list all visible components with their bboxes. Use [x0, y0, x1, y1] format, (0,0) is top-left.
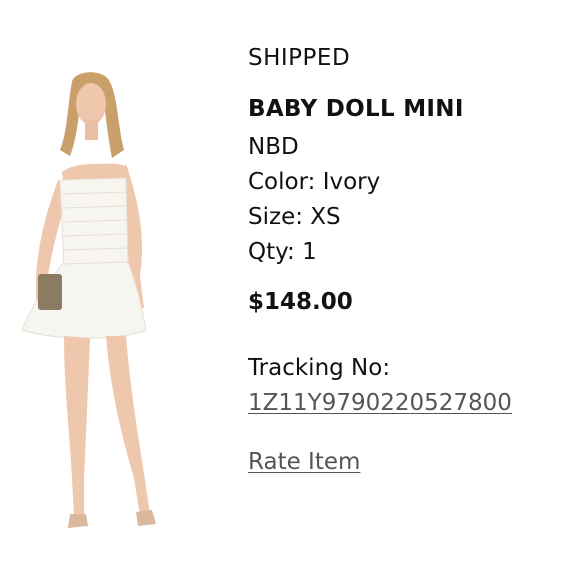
- product-size: Size: XS: [248, 204, 341, 230]
- left-shoe-shape: [68, 514, 88, 528]
- face-shape: [76, 83, 106, 125]
- right-shoe-shape: [136, 510, 156, 526]
- tracking-number-link[interactable]: 1Z11Y9790220527800: [248, 389, 512, 417]
- neck-shape: [85, 120, 98, 140]
- product-price: $148.00: [248, 289, 353, 315]
- product-name[interactable]: BABY DOLL MINI: [248, 95, 464, 123]
- product-photo[interactable]: [14, 68, 164, 540]
- product-quantity: Qty: 1: [248, 239, 317, 265]
- right-leg-shape: [106, 336, 150, 516]
- clutch-shape: [38, 274, 62, 310]
- product-color: Color: Ivory: [248, 169, 381, 195]
- tracking-label: Tracking No:: [248, 355, 391, 381]
- shipping-status: SHIPPED: [248, 45, 351, 71]
- left-leg-shape: [64, 336, 90, 518]
- rate-item-link[interactable]: Rate Item: [248, 448, 360, 476]
- product-brand: NBD: [248, 134, 299, 160]
